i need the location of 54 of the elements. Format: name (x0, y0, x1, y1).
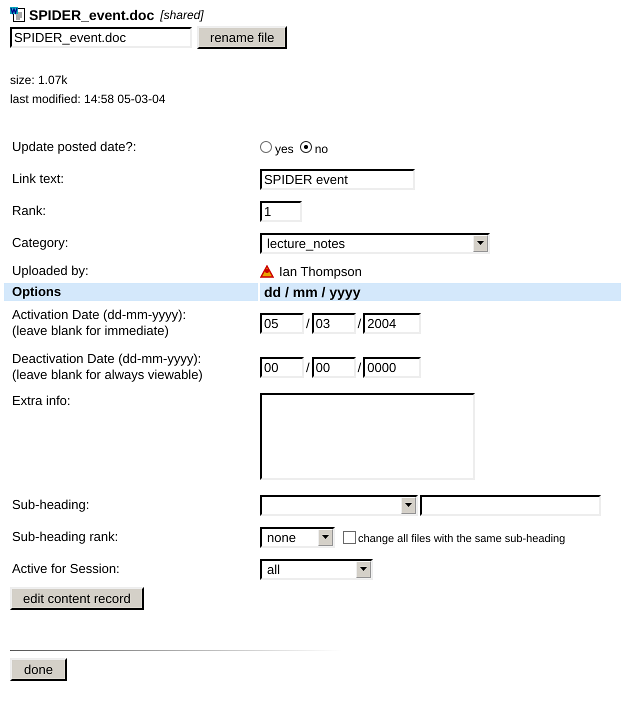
dropdown-arrow-icon (360, 567, 367, 571)
dropdown[interactable]: lecture_notes (260, 232, 490, 254)
field-label: Link text: (12, 171, 66, 187)
uploader-name: Ian Thompson (279, 264, 362, 278)
date-separator: / (358, 360, 362, 374)
radio-label: no (314, 141, 328, 156)
filename-field[interactable]: SPIDER_event.doc (10, 27, 192, 48)
field-label: Uploaded by: (12, 263, 90, 279)
edit-record-button[interactable]: edit content record (10, 587, 144, 610)
file-title: SPIDER_event.doc (29, 7, 154, 23)
shared-tag: [shared] (160, 8, 204, 22)
dropdown-arrow-icon (322, 535, 329, 539)
file-info: size: 1.07k (10, 72, 68, 89)
user-icon (260, 264, 274, 278)
radio-label: yes (275, 141, 294, 156)
header-cell: dd / mm / yyyy (260, 283, 621, 301)
date-field[interactable]: 2004 (363, 312, 422, 334)
text-field[interactable]: 1 (260, 200, 302, 222)
date-field[interactable]: 03 (312, 312, 356, 334)
field-hint: (leave blank for immediate) (12, 323, 170, 339)
date-field[interactable]: 0000 (363, 356, 422, 378)
date-field[interactable]: 05 (260, 312, 304, 334)
done-button[interactable]: done (10, 658, 67, 681)
header-cell: Options (4, 283, 258, 301)
field-label: Activation Date (dd-mm-yyyy): (12, 307, 188, 323)
radio-button[interactable] (300, 141, 312, 153)
document-icon (10, 7, 26, 23)
field-hint: (leave blank for always viewable) (12, 367, 204, 383)
field-label: Extra info: (12, 393, 72, 409)
dropdown[interactable]: none (260, 526, 335, 548)
field-label: Sub-heading: (12, 497, 90, 513)
date-separator: / (306, 360, 310, 374)
field-label: Sub-heading rank: (12, 529, 120, 545)
radio-button[interactable] (260, 141, 272, 153)
checkbox-label: change all files with the same sub-heading (358, 532, 566, 544)
rename-button[interactable]: rename file (197, 26, 288, 49)
date-field[interactable]: 00 (260, 356, 304, 378)
field-label: Category: (12, 235, 70, 251)
checkbox[interactable] (343, 530, 356, 544)
date-separator: / (358, 316, 362, 330)
dropdown-arrow-icon (405, 503, 412, 507)
field-label: Deactivation Date (dd-mm-yyyy): (12, 351, 202, 367)
date-separator: / (306, 316, 310, 330)
extra-info-field[interactable] (260, 393, 475, 480)
dropdown-arrow-icon (477, 241, 484, 245)
text-field[interactable]: SPIDER event (260, 168, 415, 190)
field-label: Update posted date?: (12, 139, 138, 155)
file-info: last modified: 14:58 05-03-04 (10, 91, 166, 108)
date-field[interactable]: 00 (312, 356, 356, 378)
dropdown[interactable]: all (260, 558, 373, 580)
sub-heading-field[interactable] (420, 494, 601, 516)
field-label: Rank: (12, 203, 47, 219)
dropdown[interactable] (260, 494, 418, 516)
field-label: Active for Session: (12, 561, 121, 577)
